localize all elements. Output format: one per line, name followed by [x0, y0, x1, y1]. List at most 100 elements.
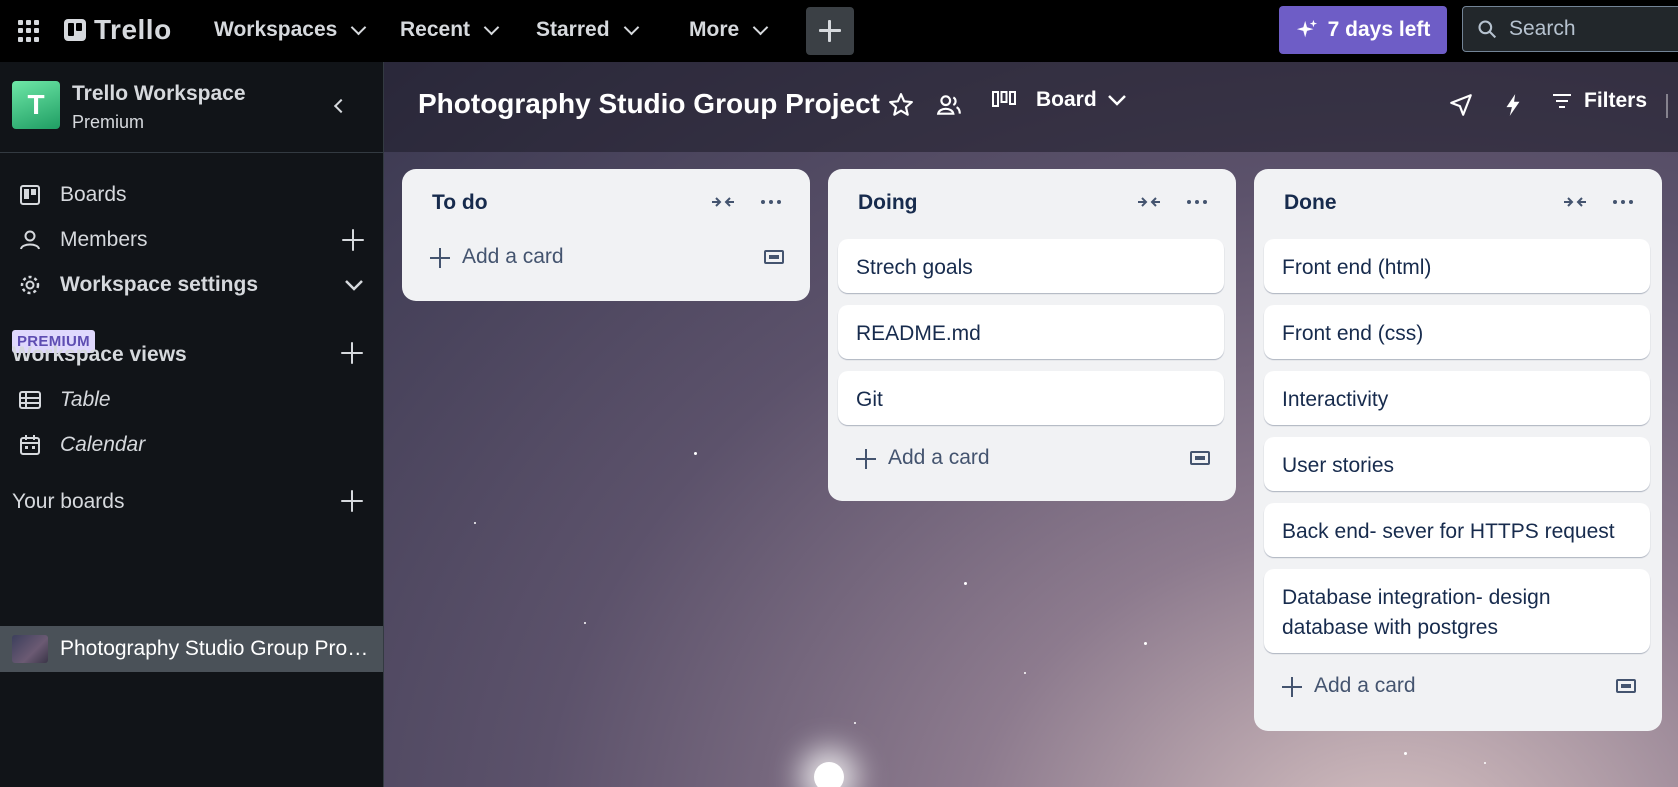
search-input[interactable]: Search	[1462, 6, 1678, 52]
list-title[interactable]: To do	[432, 191, 488, 215]
add-view-icon[interactable]	[341, 342, 363, 364]
filters-label: Filters	[1584, 89, 1648, 112]
sidebar-item-label: Calendar	[60, 433, 146, 456]
chevron-down-icon	[623, 19, 639, 35]
card[interactable]: User stories	[1264, 437, 1650, 491]
list-done: Done Front end (html) Front end (css) In…	[1254, 169, 1662, 731]
recent-menu[interactable]: Recent	[400, 18, 500, 42]
add-card-button[interactable]: Add a card	[1254, 665, 1662, 709]
board-thumbnail	[12, 635, 48, 663]
filter-icon	[1553, 94, 1571, 108]
visibility-icon[interactable]	[936, 92, 962, 118]
person-icon	[20, 230, 40, 250]
chevron-down-icon	[483, 19, 500, 35]
your-boards-heading: Your boards	[12, 490, 125, 513]
top-navigation-bar: Trello Workspaces Recent Starred More 7 …	[0, 0, 1678, 62]
collapse-list-icon[interactable]	[1136, 194, 1162, 210]
more-label: More	[689, 18, 740, 41]
gear-icon	[20, 275, 40, 295]
workspaces-menu[interactable]: Workspaces	[214, 18, 367, 42]
recent-label: Recent	[400, 18, 471, 41]
collapse-sidebar-button[interactable]	[318, 90, 362, 122]
more-menu[interactable]: More	[689, 18, 769, 42]
sidebar-item-workspace-settings[interactable]: Workspace settings	[0, 263, 384, 307]
sidebar-item-boards[interactable]: Boards	[0, 173, 384, 217]
chevron-down-icon	[345, 280, 363, 291]
add-member-icon[interactable]	[342, 229, 364, 251]
sidebar: T Trello Workspace Premium Boards Member…	[0, 62, 384, 787]
list-title[interactable]: Doing	[858, 191, 917, 215]
card-template-icon[interactable]	[1190, 449, 1210, 467]
calendar-icon	[20, 435, 40, 455]
table-icon	[19, 391, 41, 409]
plus-icon	[430, 248, 450, 268]
board-icon	[20, 185, 40, 205]
board-title[interactable]: Photography Studio Group Project	[418, 88, 880, 120]
automation-icon[interactable]	[1500, 92, 1526, 118]
chevron-down-icon	[351, 19, 367, 35]
collapse-list-icon[interactable]	[1562, 194, 1588, 210]
create-button[interactable]	[806, 7, 854, 55]
add-card-button[interactable]: Add a card	[828, 437, 1236, 481]
chevron-down-icon	[752, 19, 769, 35]
board-name: Photography Studio Group Project	[60, 637, 370, 660]
star-icon[interactable]	[888, 92, 914, 118]
sidebar-item-table[interactable]: Table	[0, 378, 384, 422]
sidebar-item-label: Table	[60, 388, 111, 411]
plus-icon	[856, 449, 876, 469]
workspace-plan: Premium	[72, 112, 145, 132]
workspace-name: Trello Workspace	[72, 82, 246, 105]
power-ups-icon[interactable]	[1448, 92, 1474, 118]
card[interactable]: Back end- sever for HTTPS request	[1264, 503, 1650, 557]
card[interactable]: Front end (css)	[1264, 305, 1650, 359]
sidebar-item-label: Members	[60, 228, 148, 251]
board-view-switcher[interactable]: Board	[992, 88, 1127, 112]
card[interactable]: Git	[838, 371, 1224, 425]
board-canvas: Photography Studio Group Project Board F…	[384, 62, 1678, 787]
board-view-label: Board	[1036, 88, 1097, 111]
starred-menu[interactable]: Starred	[536, 18, 639, 42]
list-to-do: To do Add a card	[402, 169, 810, 301]
logo-text: Trello	[94, 14, 172, 45]
trial-button[interactable]: 7 days left	[1279, 6, 1447, 54]
card-template-icon[interactable]	[764, 248, 784, 266]
card[interactable]: Strech goals	[838, 239, 1224, 293]
collapse-list-icon[interactable]	[710, 194, 736, 210]
sidebar-board-item[interactable]: Photography Studio Group Project	[0, 626, 383, 672]
card[interactable]: README.md	[838, 305, 1224, 359]
starred-label: Starred	[536, 18, 610, 41]
workspace-views-heading: Workspace views	[12, 343, 187, 366]
list-doing: Doing Strech goals README.md Git Add a c…	[828, 169, 1236, 501]
more-options-icon[interactable]	[1612, 194, 1634, 210]
card[interactable]: Front end (html)	[1264, 239, 1650, 293]
app-switcher-icon[interactable]	[18, 20, 40, 42]
card[interactable]: Database integration- design database wi…	[1264, 569, 1650, 653]
workspace-header: T Trello Workspace Premium	[0, 62, 383, 153]
more-options-icon[interactable]	[1186, 194, 1208, 210]
search-placeholder: Search	[1509, 17, 1576, 40]
add-card-label: Add a card	[1314, 674, 1416, 697]
sidebar-item-calendar[interactable]: Calendar	[0, 423, 384, 467]
more-options-icon[interactable]	[760, 194, 782, 210]
plus-icon	[1282, 677, 1302, 697]
add-card-button[interactable]: Add a card	[402, 236, 810, 280]
trello-logo-icon	[64, 19, 86, 41]
board-view-icon	[992, 91, 1016, 107]
sidebar-item-members[interactable]: Members	[0, 218, 384, 262]
board-header: Photography Studio Group Project Board F…	[384, 62, 1678, 152]
sparkle-icon	[1296, 19, 1317, 38]
sidebar-item-label: Workspace settings	[60, 273, 259, 296]
add-card-label: Add a card	[888, 446, 990, 469]
card-template-icon[interactable]	[1616, 677, 1636, 695]
chevron-down-icon	[1107, 95, 1126, 106]
card[interactable]: Interactivity	[1264, 371, 1650, 425]
trello-logo[interactable]: Trello	[64, 14, 172, 46]
trial-label: 7 days left	[1327, 18, 1431, 41]
add-board-icon[interactable]	[341, 490, 363, 512]
header-divider	[1666, 94, 1668, 118]
sidebar-item-label: Boards	[60, 183, 127, 206]
filters-button[interactable]: Filters	[1552, 89, 1647, 113]
list-title[interactable]: Done	[1284, 191, 1337, 215]
workspaces-label: Workspaces	[214, 18, 338, 41]
search-icon	[1478, 20, 1497, 39]
